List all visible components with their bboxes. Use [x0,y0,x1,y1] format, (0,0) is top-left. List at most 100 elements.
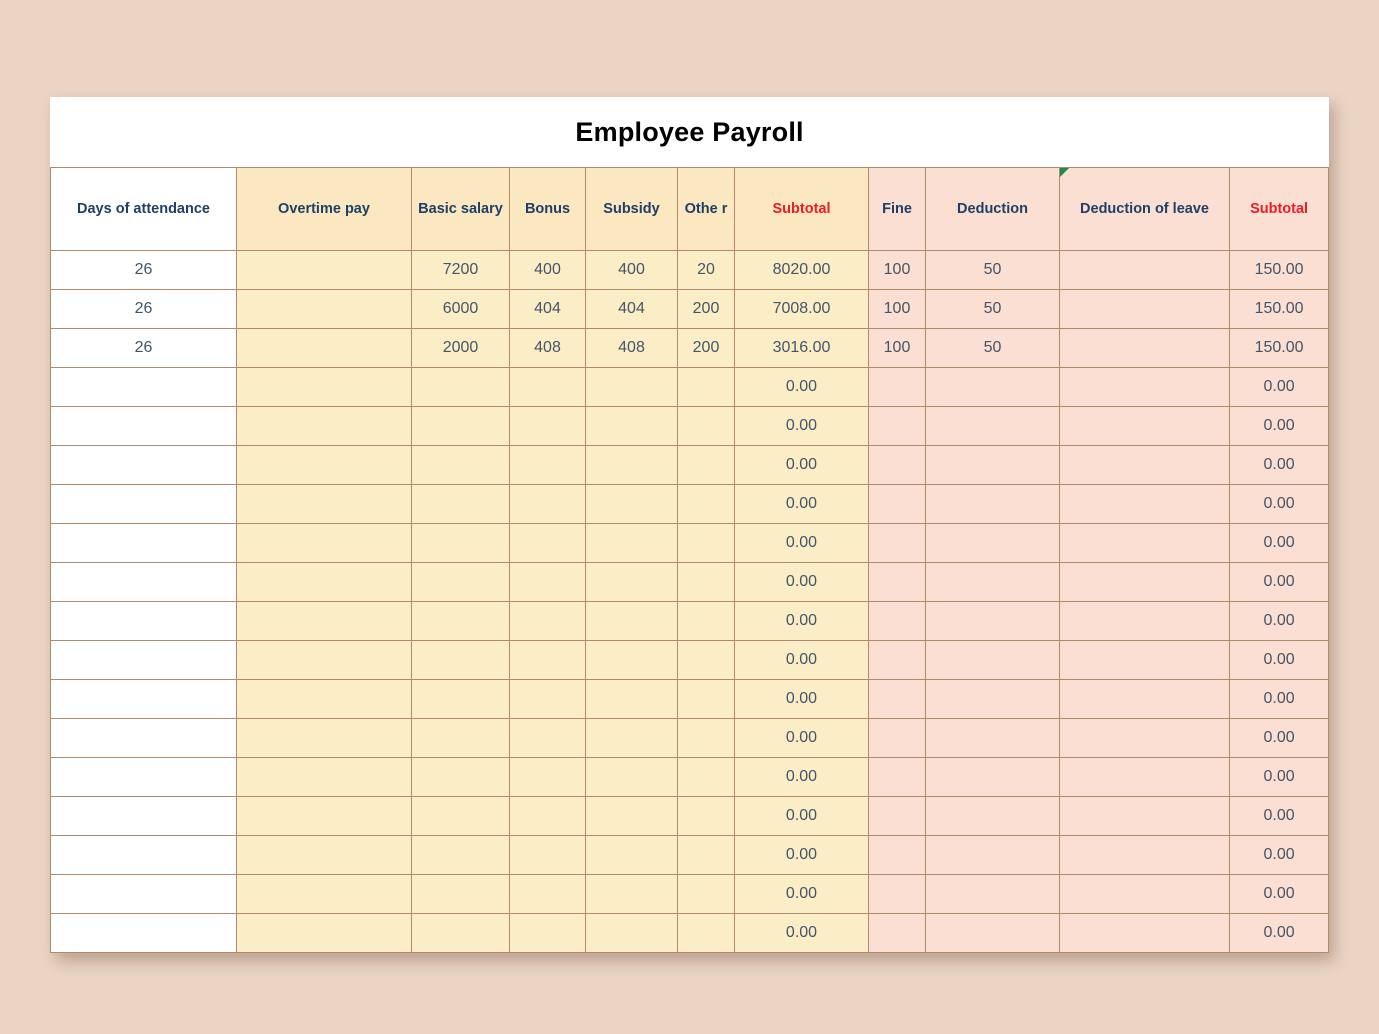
cell-subtotal_earnings[interactable]: 0.00 [734,796,869,836]
cell-basic_salary[interactable] [411,679,510,719]
cell-subtotal_earnings[interactable]: 0.00 [734,445,869,485]
cell-basic_salary[interactable] [411,562,510,602]
cell-basic_salary[interactable] [411,718,510,758]
column-header-days_of_attendance[interactable]: Days of attendance [50,167,237,251]
cell-deduction_of_leave[interactable] [1059,250,1230,290]
cell-basic_salary[interactable] [411,835,510,875]
cell-deduction[interactable]: 50 [925,289,1060,329]
cell-subsidy[interactable] [585,835,678,875]
cell-deduction[interactable] [925,913,1060,953]
column-header-deduction_of_leave[interactable]: Deduction of leave [1059,167,1230,251]
cell-bonus[interactable] [509,523,586,563]
cell-basic_salary[interactable] [411,367,510,407]
cell-days_of_attendance[interactable] [50,601,237,641]
cell-basic_salary[interactable]: 7200 [411,250,510,290]
cell-subsidy[interactable] [585,562,678,602]
column-header-fine[interactable]: Fine [868,167,926,251]
cell-subtotal_deductions[interactable]: 150.00 [1228,289,1330,329]
cell-subsidy[interactable] [585,679,678,719]
cell-subsidy[interactable] [585,757,678,797]
cell-days_of_attendance[interactable] [50,445,237,485]
cell-basic_salary[interactable] [411,523,510,563]
cell-deduction_of_leave[interactable] [1059,367,1230,407]
cell-other[interactable] [677,562,735,602]
cell-overtime_pay[interactable] [236,328,412,368]
cell-subtotal_earnings[interactable]: 0.00 [734,601,869,641]
cell-fine[interactable] [868,679,926,719]
cell-bonus[interactable]: 400 [509,250,586,290]
cell-other[interactable] [677,874,735,914]
cell-deduction[interactable] [925,796,1060,836]
cell-fine[interactable]: 100 [868,289,926,329]
cell-other[interactable] [677,406,735,446]
cell-subsidy[interactable] [585,445,678,485]
cell-subtotal_earnings[interactable]: 7008.00 [734,289,869,329]
cell-bonus[interactable]: 404 [509,289,586,329]
cell-fine[interactable] [868,445,926,485]
cell-days_of_attendance[interactable] [50,562,237,602]
column-header-subtotal_deductions[interactable]: Subtotal [1228,167,1330,251]
cell-deduction[interactable] [925,523,1060,563]
cell-deduction_of_leave[interactable] [1059,601,1230,641]
cell-bonus[interactable] [509,679,586,719]
cell-deduction_of_leave[interactable] [1059,523,1230,563]
cell-other[interactable] [677,445,735,485]
cell-basic_salary[interactable] [411,757,510,797]
cell-fine[interactable] [868,523,926,563]
cell-bonus[interactable] [509,835,586,875]
column-header-deduction[interactable]: Deduction [925,167,1060,251]
cell-subtotal_deductions[interactable]: 0.00 [1228,562,1330,602]
cell-subtotal_deductions[interactable]: 0.00 [1228,406,1330,446]
cell-other[interactable] [677,640,735,680]
cell-basic_salary[interactable] [411,601,510,641]
cell-deduction[interactable]: 50 [925,250,1060,290]
cell-subsidy[interactable] [585,913,678,953]
cell-bonus[interactable] [509,367,586,407]
cell-deduction[interactable] [925,874,1060,914]
cell-bonus[interactable] [509,562,586,602]
cell-deduction[interactable] [925,679,1060,719]
cell-subsidy[interactable] [585,796,678,836]
cell-overtime_pay[interactable] [236,718,412,758]
cell-subsidy[interactable] [585,367,678,407]
column-header-bonus[interactable]: Bonus [509,167,586,251]
cell-fine[interactable] [868,718,926,758]
cell-other[interactable] [677,718,735,758]
cell-subtotal_deductions[interactable]: 0.00 [1228,445,1330,485]
cell-subtotal_deductions[interactable]: 0.00 [1228,640,1330,680]
cell-fine[interactable]: 100 [868,328,926,368]
cell-basic_salary[interactable] [411,796,510,836]
cell-overtime_pay[interactable] [236,796,412,836]
cell-subsidy[interactable] [585,718,678,758]
cell-subsidy[interactable]: 404 [585,289,678,329]
cell-overtime_pay[interactable] [236,874,412,914]
cell-overtime_pay[interactable] [236,406,412,446]
cell-subtotal_deductions[interactable]: 0.00 [1228,601,1330,641]
cell-days_of_attendance[interactable] [50,835,237,875]
cell-other[interactable]: 20 [677,250,735,290]
cell-deduction_of_leave[interactable] [1059,757,1230,797]
cell-subtotal_earnings[interactable]: 0.00 [734,523,869,563]
cell-subtotal_earnings[interactable]: 0.00 [734,874,869,914]
cell-bonus[interactable] [509,913,586,953]
cell-days_of_attendance[interactable] [50,874,237,914]
cell-days_of_attendance[interactable] [50,640,237,680]
cell-fine[interactable] [868,796,926,836]
cell-overtime_pay[interactable] [236,562,412,602]
cell-bonus[interactable] [509,796,586,836]
cell-fine[interactable] [868,835,926,875]
cell-subtotal_deductions[interactable]: 0.00 [1228,367,1330,407]
cell-fine[interactable] [868,484,926,524]
cell-subtotal_deductions[interactable]: 0.00 [1228,679,1330,719]
cell-other[interactable] [677,796,735,836]
cell-subtotal_deductions[interactable]: 150.00 [1228,250,1330,290]
cell-other[interactable]: 200 [677,328,735,368]
cell-other[interactable] [677,484,735,524]
cell-subtotal_earnings[interactable]: 3016.00 [734,328,869,368]
cell-deduction[interactable] [925,757,1060,797]
cell-fine[interactable] [868,874,926,914]
cell-subtotal_earnings[interactable]: 0.00 [734,679,869,719]
cell-subtotal_earnings[interactable]: 0.00 [734,835,869,875]
column-header-other[interactable]: Othe r [677,167,735,251]
column-header-subsidy[interactable]: Subsidy [585,167,678,251]
